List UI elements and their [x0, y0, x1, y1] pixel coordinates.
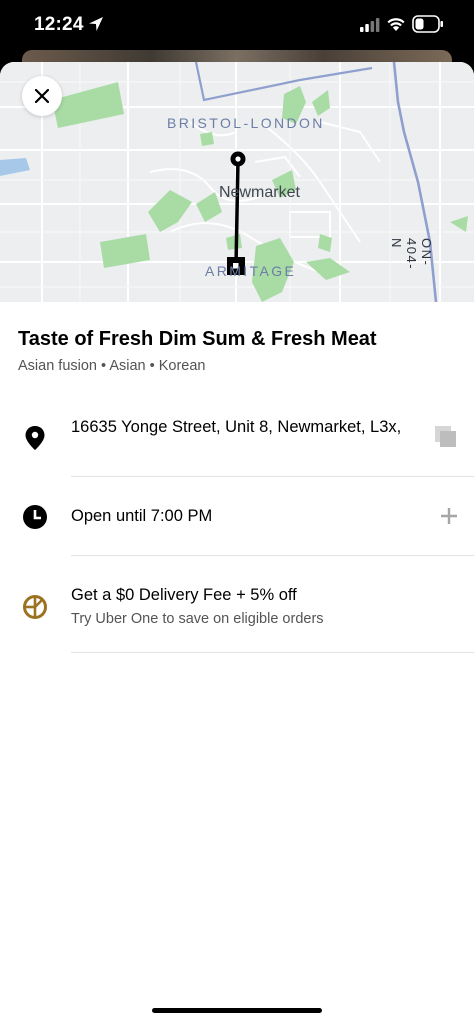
clock-icon — [22, 504, 48, 535]
copy-icon[interactable] — [434, 425, 458, 454]
promo-subtitle: Try Uber One to save on eligible orders — [71, 611, 324, 627]
store-name: Taste of Fresh Dim Sum & Fresh Meat — [18, 328, 377, 350]
address-row[interactable]: 16635 Yonge Street, Unit 8, Newmarket, L… — [0, 408, 474, 476]
plus-icon[interactable] — [440, 507, 458, 530]
home-indicator[interactable] — [152, 1008, 322, 1013]
promo-title: Get a $0 Delivery Fee + 5% off — [71, 586, 297, 604]
battery-icon — [412, 15, 444, 38]
hours-text: Open until 7:00 PM — [71, 507, 213, 525]
close-icon — [35, 89, 49, 103]
close-button[interactable] — [22, 76, 62, 116]
wifi-icon — [386, 16, 406, 37]
map-label-highway: ON-404-N — [389, 238, 434, 271]
map-label-south: ARMITAGE — [205, 263, 297, 279]
map-label-city: Newmarket — [219, 184, 300, 201]
store-map[interactable]: BRISTOL-LONDON Newmarket ARMITAGE ON-404… — [0, 62, 474, 302]
uber-one-promo-row[interactable]: Get a $0 Delivery Fee + 5% off Try Uber … — [0, 556, 474, 652]
status-time: 12:24 — [34, 14, 84, 35]
uber-one-icon — [22, 594, 48, 625]
hours-row[interactable]: Open until 7:00 PM — [0, 477, 474, 555]
status-bar: 12:24 — [0, 0, 474, 52]
cellular-signal-icon — [360, 18, 380, 37]
location-pin-icon — [22, 424, 48, 457]
store-categories: Asian fusion • Asian • Korean — [18, 358, 206, 374]
address-text: 16635 Yonge Street, Unit 8, Newmarket, L… — [71, 418, 402, 436]
location-arrow-icon — [88, 16, 104, 37]
divider — [71, 652, 474, 653]
map-label-north: BRISTOL-LONDON — [167, 115, 325, 131]
store-info-sheet: BRISTOL-LONDON Newmarket ARMITAGE ON-404… — [0, 62, 474, 1024]
